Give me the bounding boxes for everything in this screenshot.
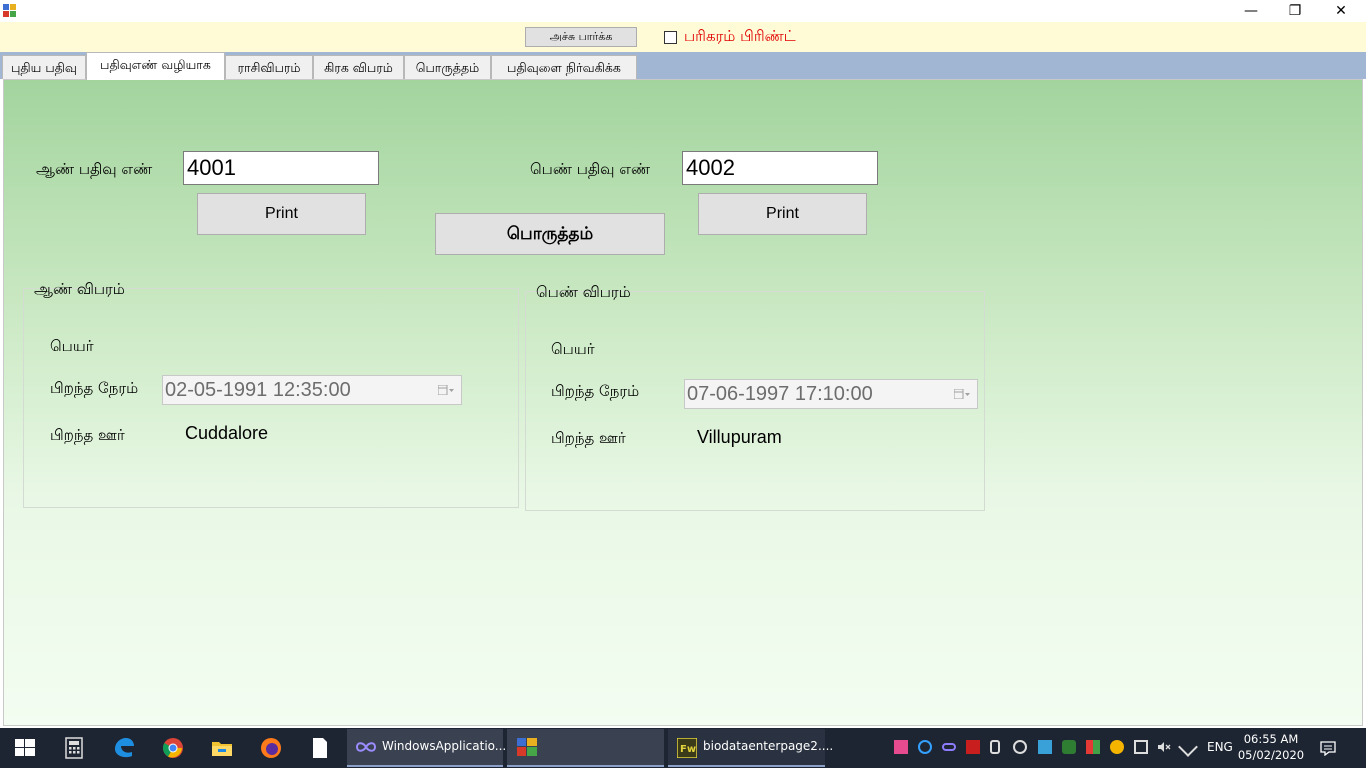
remedy-print-label[interactable]: பரிகரம் பிரிண்ட் [684,27,796,47]
male-birth-place-value: Cuddalore [185,423,269,443]
pen-icon[interactable] [1178,737,1198,757]
visual-studio-icon [355,742,377,752]
title-bar: — ❐ ✕ [0,0,1366,22]
male-birth-time-picker[interactable]: 02-05-1991 12:35:00 [162,375,462,405]
close-button[interactable]: ✕ [1318,0,1364,22]
female-birth-time-picker[interactable]: 07-06-1997 17:10:00 [684,379,978,409]
tab-planet-details[interactable]: கிரக விபரம் [313,55,404,79]
female-birth-time-label: பிறந்த நேரம் [551,382,640,400]
male-reg-input[interactable]: 4001 [183,151,379,185]
male-print-button[interactable]: Print [197,193,366,235]
male-reg-label: ஆண் பதிவு எண் [36,160,153,178]
notification-center-icon[interactable] [1320,740,1336,756]
female-birth-place-value: Villupuram [697,427,782,447]
app-window-icon [517,738,537,756]
taskbar-app-biodataenterpage2[interactable]: Fw biodataenterpage2.... [668,729,833,767]
calendar-dropdown-icon[interactable] [954,389,970,399]
fireworks-icon: Fw [677,738,697,758]
file-explorer-icon[interactable] [210,736,234,760]
restore-button[interactable]: ❐ [1272,0,1318,22]
input-language[interactable]: ENG [1207,740,1233,754]
tab-strip: புதிய பதிவு பதிவுஎண் வழியாக ராசிவிபரம் க… [0,52,1366,80]
tab-match[interactable]: பொருத்தம் [404,55,491,79]
minimize-button[interactable]: — [1228,0,1274,22]
network-icon[interactable] [1134,740,1148,754]
tray-adobe-icon[interactable] [966,740,980,754]
taskbar-app-windowsapplication[interactable]: WindowsApplicatio... [347,729,507,767]
tray-updater-icon[interactable] [1110,740,1124,754]
match-button[interactable]: பொருத்தம் [435,213,665,255]
taskbar-app-label: WindowsApplicatio... [382,739,507,753]
female-reg-label: பெண் பதிவு எண் [530,160,651,178]
female-birth-time-value: 07-06-1997 17:10:00 [687,383,873,405]
main-panel: ஆண் பதிவு எண் 4001 பெண் பதிவு எண் 4002 P… [3,79,1363,726]
taskbar-app-label: biodataenterpage2.... [703,739,834,753]
firefox-icon[interactable] [259,736,283,760]
svg-text:Fw: Fw [680,744,696,755]
chrome-browser-icon[interactable] [161,736,185,760]
windows-start-icon[interactable] [13,736,37,760]
clock[interactable]: 06:55 AM 05/02/2020 [1236,731,1306,763]
clock-time: 06:55 AM [1243,732,1299,746]
male-birth-time-label: பிறந்த நேரம் [50,379,139,397]
tray-app-icon[interactable] [894,740,908,754]
male-birth-place-label: பிறந்த ஊர் [50,426,125,444]
toolbar: அச்சு பார்க்க பரிகரம் பிரிண்ட் [0,22,1366,52]
female-birth-place-label: பிறந்த ஊர் [551,429,626,447]
tray-sync-icon[interactable] [918,740,932,754]
tray-usb-icon[interactable] [990,740,1000,754]
female-details-title: பெண் விபரம் [536,283,631,301]
calendar-dropdown-icon[interactable] [438,385,454,395]
calculator-icon[interactable] [62,736,86,760]
female-print-button[interactable]: Print [698,193,867,235]
clock-date: 05/02/2020 [1237,748,1305,762]
tab-new-entry[interactable]: புதிய பதிவு [2,55,86,79]
remedy-print-checkbox[interactable] [664,31,677,44]
tab-by-reg-number[interactable]: பதிவுஎண் வழியாக [86,52,225,80]
edge-browser-icon[interactable] [112,736,136,760]
female-name-label: பெயர் [551,340,595,358]
print-preview-button[interactable]: அச்சு பார்க்க [525,27,637,47]
tab-rasi-details[interactable]: ராசிவிபரம் [225,55,313,79]
taskbar-app-form-window[interactable] [507,729,664,767]
tab-manage-records[interactable]: பதிவுளை நிர்வகிக்க [491,55,637,79]
tray-monitor-icon[interactable] [1038,740,1052,754]
female-reg-input[interactable]: 4002 [682,151,878,185]
tray-infinity-icon[interactable] [942,743,956,751]
tray-network-tool-icon[interactable] [1013,740,1027,754]
male-name-label: பெயர் [50,337,94,355]
blank-document-icon[interactable] [308,736,332,760]
tray-color-icon[interactable] [1086,740,1100,754]
speaker-muted-icon[interactable] [1157,740,1171,754]
app-icon[interactable] [3,4,17,18]
tray-shield-icon[interactable] [1062,740,1076,754]
taskbar: WindowsApplicatio... Fw biodataenterpage… [0,728,1366,768]
male-details-title: ஆண் விபரம் [34,280,125,298]
male-birth-time-value: 02-05-1991 12:35:00 [165,379,351,401]
